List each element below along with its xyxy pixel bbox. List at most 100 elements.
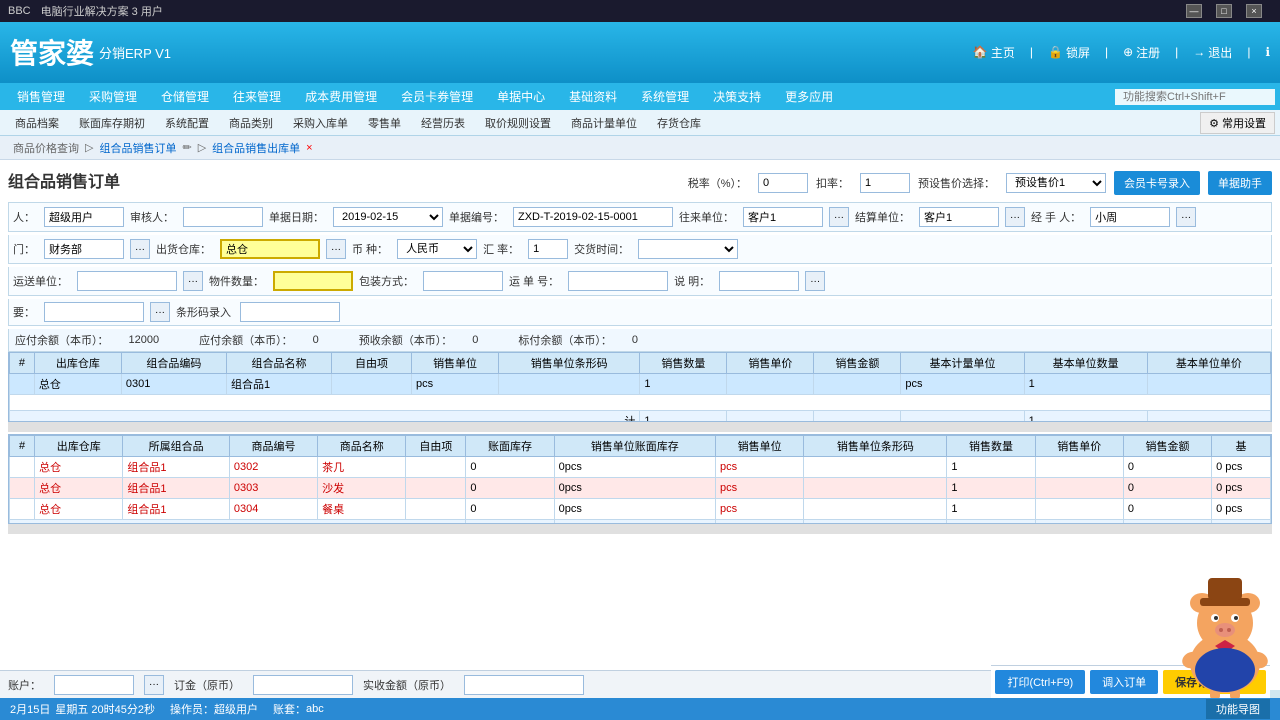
detail-scroll[interactable]: [8, 524, 1272, 534]
sub-item-7[interactable]: 经营历表: [411, 112, 475, 134]
cell-base-qty: 1: [1024, 374, 1147, 395]
det-col-stock: 账面库存: [466, 436, 554, 457]
sub-item-10[interactable]: 存货仓库: [647, 112, 711, 134]
order-amount-label: 订金（原币）: [174, 677, 240, 693]
dept-btn[interactable]: ···: [130, 239, 150, 259]
shipping-input[interactable]: [77, 271, 177, 291]
dept-input[interactable]: [44, 239, 124, 259]
register-link[interactable]: ⊕ 注册: [1123, 44, 1160, 61]
logout-link[interactable]: → 退出: [1193, 44, 1232, 61]
detail-row-3[interactable]: 总仓 组合品1 0304 餐桌 0 0pcs pcs 1 0 0 pcs: [10, 499, 1271, 520]
main-content: 组合品销售订单 税率（%）： 扣率： 预设售价选择： 预设售价1 预设售价2 预…: [0, 160, 1280, 690]
det-col-code: 商品编号: [229, 436, 317, 457]
status-right: 功能导图: [1206, 699, 1270, 719]
sub-item-3[interactable]: 系统配置: [155, 112, 219, 134]
item-count-input[interactable]: [273, 271, 353, 291]
info-link[interactable]: ℹ: [1265, 45, 1270, 59]
det-col-price: 销售单价: [1035, 436, 1123, 457]
person-input[interactable]: [44, 207, 124, 227]
sub-item-4[interactable]: 商品类别: [219, 112, 283, 134]
currency-select[interactable]: 人民币: [397, 239, 477, 259]
account-btn[interactable]: ···: [144, 675, 164, 695]
nav-system[interactable]: 系统管理: [629, 84, 701, 109]
sub-item-2[interactable]: 账面库存期初: [69, 112, 155, 134]
title-tab1[interactable]: BBC: [8, 5, 31, 17]
handler-input[interactable]: [1090, 207, 1170, 227]
minimize-btn[interactable]: —: [1186, 4, 1202, 18]
date-select[interactable]: 2019-02-15: [333, 207, 443, 227]
account-input[interactable]: [54, 675, 134, 695]
order-no-input[interactable]: [513, 207, 673, 227]
breadcrumb-1[interactable]: 商品价格查询: [13, 140, 79, 156]
breadcrumb-2[interactable]: 组合品销售订单: [99, 140, 176, 156]
settle-btn[interactable]: ···: [1005, 207, 1025, 227]
exchange-input[interactable]: [528, 239, 568, 259]
nav-dealings[interactable]: 往来管理: [221, 84, 293, 109]
import-button[interactable]: 调入订单: [1090, 670, 1158, 694]
nav-warehouse[interactable]: 仓储管理: [149, 84, 221, 109]
nav-decision[interactable]: 决策支持: [701, 84, 773, 109]
maximize-btn[interactable]: □: [1216, 4, 1232, 18]
price-select[interactable]: 预设售价1 预设售价2 预设售价3: [1006, 173, 1106, 193]
breadcrumb-3[interactable]: 组合品销售出库单: [212, 140, 300, 156]
breadcrumb: 商品价格查询 ▷ 组合品销售订单 ✏ ▷ 组合品销售出库单 ×: [0, 136, 1280, 160]
nav-purchase[interactable]: 采购管理: [77, 84, 149, 109]
member-card-btn[interactable]: 会员卡号录入: [1114, 171, 1200, 195]
nav-more[interactable]: 更多应用: [773, 84, 845, 109]
nav-cost[interactable]: 成本费用管理: [293, 84, 389, 109]
nav-member[interactable]: 会员卡券管理: [389, 84, 485, 109]
shipping-btn[interactable]: ···: [183, 271, 203, 291]
order-no2-input[interactable]: [568, 271, 668, 291]
close-btn[interactable]: ×: [1246, 4, 1262, 18]
close-tab-icon[interactable]: ×: [306, 142, 312, 154]
require-btn[interactable]: ···: [150, 302, 170, 322]
review-input[interactable]: [183, 207, 263, 227]
warehouse-btn[interactable]: ···: [326, 239, 346, 259]
nav-docs[interactable]: 单据中心: [485, 84, 557, 109]
print-button[interactable]: 打印(Ctrl+F9): [995, 670, 1085, 694]
barcode-input[interactable]: [240, 302, 340, 322]
handler-label: 经 手 人：: [1031, 209, 1081, 225]
handler-btn[interactable]: ···: [1176, 207, 1196, 227]
assistant-btn[interactable]: 单据助手: [1208, 171, 1272, 195]
to-unit-input[interactable]: [743, 207, 823, 227]
actual-amount-input[interactable]: [464, 675, 584, 695]
remarks-btn[interactable]: ···: [805, 271, 825, 291]
require-label: 要：: [13, 304, 35, 320]
time-label: 交货时间：: [574, 241, 629, 257]
main-scroll[interactable]: [8, 422, 1272, 432]
page-title: 组合品销售订单: [8, 168, 120, 192]
remarks-input[interactable]: [719, 271, 799, 291]
sub-item-1[interactable]: 商品档案: [5, 112, 69, 134]
settings-button[interactable]: ⚙ 常用设置: [1200, 112, 1275, 134]
require-input[interactable]: [44, 302, 144, 322]
detail-table-container: # 出库仓库 所属组合品 商品编号 商品名称 自由项 账面库存 销售单位账面库存…: [8, 434, 1272, 524]
warehouse-input[interactable]: [220, 239, 320, 259]
discount-input[interactable]: [860, 173, 910, 193]
nav-basic[interactable]: 基础资料: [557, 84, 629, 109]
order-amount-input[interactable]: [253, 675, 353, 695]
to-unit-btn[interactable]: ···: [829, 207, 849, 227]
nav-sales[interactable]: 销售管理: [5, 84, 77, 109]
nav-menu: 销售管理 采购管理 仓储管理 往来管理 成本费用管理 会员卡券管理 单据中心 基…: [0, 82, 1280, 110]
package-input[interactable]: [423, 271, 503, 291]
settle-input[interactable]: [919, 207, 999, 227]
sub-item-9[interactable]: 商品计量单位: [561, 112, 647, 134]
sub-item-5[interactable]: 采购入库单: [283, 112, 358, 134]
save-button[interactable]: 保存订单（F9）: [1163, 670, 1266, 694]
time-select[interactable]: [638, 239, 738, 259]
lock-link[interactable]: 🔒 锁屏: [1048, 44, 1090, 61]
sub-item-8[interactable]: 取价规则设置: [475, 112, 561, 134]
title-tab2[interactable]: 电脑行业解决方案 3 用户: [41, 3, 163, 19]
logo-text: 管家婆: [10, 32, 94, 72]
detail-row-2[interactable]: 总仓 组合品1 0303 沙发 0 0pcs pcs 1 0 0 pcs: [10, 478, 1271, 499]
home-link[interactable]: 🏠 主页: [973, 44, 1015, 61]
tax-input[interactable]: [758, 173, 808, 193]
nav-search-input[interactable]: [1115, 89, 1275, 105]
exchange-label: 汇 率：: [483, 241, 519, 257]
detail-row-1[interactable]: 总仓 组合品1 0302 茶几 0 0pcs pcs 1 0 0 pcs: [10, 457, 1271, 478]
function-map-btn[interactable]: 功能导图: [1206, 699, 1270, 719]
table-row-empty[interactable]: [10, 395, 1271, 411]
sub-item-6[interactable]: 零售单: [358, 112, 411, 134]
table-row[interactable]: 总仓 0301 组合品1 pcs 1 pcs 1: [10, 374, 1271, 395]
